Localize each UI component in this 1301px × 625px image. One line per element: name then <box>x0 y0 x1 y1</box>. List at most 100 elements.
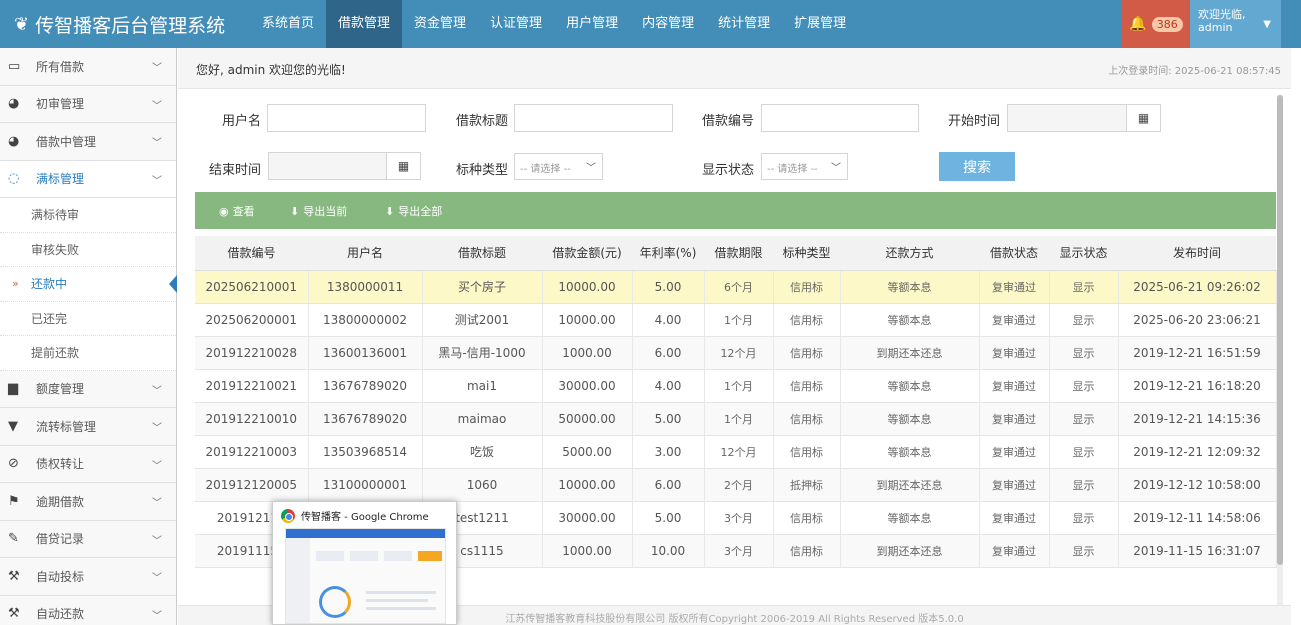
table-cell: 显示 <box>1049 303 1119 337</box>
column-header[interactable]: 借款期限 <box>704 236 773 271</box>
chrome-window-preview[interactable]: 传智播客 - Google Chrome <box>272 501 457 625</box>
table-cell: 1060 <box>422 468 543 502</box>
sidebar-subitem-early-repay[interactable]: 提前还款 <box>0 336 176 371</box>
column-header[interactable]: 借款标题 <box>422 236 542 271</box>
sidebar-item-all-loans[interactable]: ▭ 所有借款 ﹀ <box>0 48 176 86</box>
username-input[interactable] <box>267 104 426 132</box>
sidebar-subitem-repaid[interactable]: 已还完 <box>0 301 176 336</box>
sidebar-item-overdue[interactable]: ⚑ 逾期借款 ﹀ <box>0 483 176 521</box>
start-time-input[interactable]: ▦ <box>1007 104 1161 132</box>
sidebar-subitem-repaying[interactable]: » 还款中 <box>0 267 177 302</box>
user-menu[interactable]: 欢迎光临, admin ▼ <box>1190 0 1281 48</box>
table-row[interactable]: 201912210021 13676789020 mai1 30000.00 4.00 1… <box>195 369 1277 403</box>
column-header[interactable]: 借款金额(元) <box>542 236 632 271</box>
column-header[interactable]: 发布时间 <box>1118 236 1276 271</box>
table-row[interactable]: 201912210010 13676789020 maimao 50000.00 5.0… <box>195 402 1277 436</box>
table-header-row: 借款编号 用户名 借款标题 借款金额(元) 年利率(%) 借款期限 标种类型 还款方式 借款状态… <box>195 236 1276 271</box>
table-row[interactable]: 202506210001 1380000011 买个房子 10000.00 5.00 6个… <box>195 270 1277 304</box>
table-cell: maimao <box>422 402 543 436</box>
sidebar-item-transfer-bid[interactable]: ▼ 流转标管理 ﹀ <box>0 408 176 446</box>
brand[interactable]: ❦ 传智播客后台管理系统 <box>14 0 225 48</box>
nav-fund-management[interactable]: 资金管理 <box>402 0 478 48</box>
last-login-text: 上次登录时间: 2025-06-21 08:57:45 <box>1108 66 1281 77</box>
loan-no-label: 借款编号 <box>702 114 755 129</box>
vertical-scrollbar[interactable] <box>1277 95 1283 605</box>
view-button[interactable]: ◉ 查看 <box>219 203 255 219</box>
nav-extension-management[interactable]: 扩展管理 <box>782 0 858 48</box>
column-header[interactable]: 借款编号 <box>195 236 308 271</box>
sidebar-item-full-bid[interactable]: ◌ 满标管理 ﹀ <box>0 160 176 198</box>
export-current-button[interactable]: ⬇ 导出当前 <box>290 203 347 219</box>
table-cell: 显示 <box>1049 402 1119 436</box>
loan-no-input[interactable] <box>761 104 919 132</box>
table-cell: 抵押标 <box>773 468 841 502</box>
sidebar-item-loan-records[interactable]: ✎ 借贷记录 ﹀ <box>0 520 176 558</box>
nav-loan-management[interactable]: 借款管理 <box>326 0 403 48</box>
chevron-down-icon: ﹀ <box>152 100 162 112</box>
sidebar-item-quota[interactable]: ▆ 额度管理 ﹀ <box>0 370 176 408</box>
thumbnail-line <box>366 591 436 594</box>
table-cell: 复审通过 <box>979 501 1050 535</box>
sidebar-item-borrowing[interactable]: ◕ 借款中管理 ﹀ <box>0 123 176 161</box>
nav-user-management[interactable]: 用户管理 <box>554 0 630 48</box>
column-header[interactable]: 借款状态 <box>979 236 1049 271</box>
column-header[interactable]: 还款方式 <box>840 236 979 271</box>
table-cell: 1000.00 <box>542 534 633 568</box>
table-cell: 3个月 <box>704 534 774 568</box>
sidebar-item-label: 所有借款 <box>36 59 85 74</box>
folder-icon: ▆ <box>8 381 18 397</box>
thumbnail-sidebar <box>286 538 310 623</box>
chevron-down-icon: ﹀ <box>831 163 841 174</box>
nav-stats-management[interactable]: 统计管理 <box>706 0 782 48</box>
calendar-icon[interactable]: ▦ <box>1126 105 1160 131</box>
table-cell: 信用标 <box>773 402 841 436</box>
table-row[interactable]: 201912210003 13503968514 吃饭 5000.00 3.00 12个月… <box>195 435 1277 469</box>
sidebar-item-debt-transfer[interactable]: ⊘ 债权转让 ﹀ <box>0 445 176 483</box>
export-all-button[interactable]: ⬇ 导出全部 <box>385 203 442 219</box>
table-cell: 13676789020 <box>308 369 423 403</box>
column-header[interactable]: 显示状态 <box>1049 236 1118 271</box>
chevron-down-icon: ﹀ <box>586 163 596 174</box>
sidebar-item-first-review[interactable]: ◕ 初审管理 ﹀ <box>0 85 176 123</box>
loan-title-input[interactable] <box>514 104 673 132</box>
table-row[interactable]: 202506200001 13800000002 测试2001 10000.00 4.0… <box>195 303 1277 337</box>
sidebar-item-label: 逾期借款 <box>36 494 85 509</box>
table-cell: 13676789020 <box>308 402 423 436</box>
table-cell: 10000.00 <box>542 303 633 337</box>
export-current-label: 导出当前 <box>303 205 348 218</box>
scrollbar-thumb[interactable] <box>1277 95 1283 565</box>
top-nav: 系统首页 借款管理 资金管理 认证管理 用户管理 内容管理 统计管理 扩展管理 <box>250 0 858 48</box>
table-row[interactable]: 201912120005 13100000001 1060 10000.00 6.00 2… <box>195 468 1277 502</box>
table-cell: 等额本息 <box>840 402 980 436</box>
table-cell: 3.00 <box>632 435 705 469</box>
table-cell: 2019-12-11 14:58:06 <box>1118 501 1277 535</box>
column-header[interactable]: 标种类型 <box>773 236 840 271</box>
table-cell: 4.00 <box>632 369 705 403</box>
column-header[interactable]: 年利率(%) <box>632 236 704 271</box>
display-status-select[interactable]: -- 请选择 -- ﹀ <box>761 153 848 180</box>
notification-button[interactable]: 🔔 386 <box>1122 0 1190 48</box>
bid-type-select[interactable]: -- 请选择 -- ﹀ <box>514 153 603 180</box>
end-time-input[interactable]: ▦ <box>268 152 421 180</box>
nav-content-management[interactable]: 内容管理 <box>630 0 706 48</box>
sidebar-subitem-pending[interactable]: 满标待审 <box>0 198 176 233</box>
gavel-icon: ⚒ <box>8 568 20 584</box>
table-cell: 吃饭 <box>422 435 543 469</box>
sidebar-item-auto-bid[interactable]: ⚒ 自动投标 ﹀ <box>0 558 176 596</box>
start-time-label: 开始时间 <box>948 114 1001 129</box>
sidebar-item-label: 借款中管理 <box>36 134 97 149</box>
table-cell: 30000.00 <box>542 369 633 403</box>
nav-home[interactable]: 系统首页 <box>250 0 326 48</box>
sidebar-item-label: 额度管理 <box>36 382 85 397</box>
calendar-icon[interactable]: ▦ <box>386 153 420 179</box>
table-cell: 信用标 <box>773 435 841 469</box>
search-button[interactable]: 搜索 <box>939 152 1015 181</box>
sidebar-subitem-failed[interactable]: 审核失败 <box>0 232 176 267</box>
nav-auth-management[interactable]: 认证管理 <box>478 0 554 48</box>
table-cell: 复审通过 <box>979 402 1050 436</box>
table-cell: 1个月 <box>704 369 774 403</box>
table-cell: 12个月 <box>704 336 774 370</box>
column-header[interactable]: 用户名 <box>308 236 422 271</box>
table-row[interactable]: 201912210028 13600136001 黑马-信用-1000 1000.00… <box>195 336 1277 370</box>
sidebar-item-auto-repay[interactable]: ⚒ 自动还款 ﹀ <box>0 595 176 625</box>
